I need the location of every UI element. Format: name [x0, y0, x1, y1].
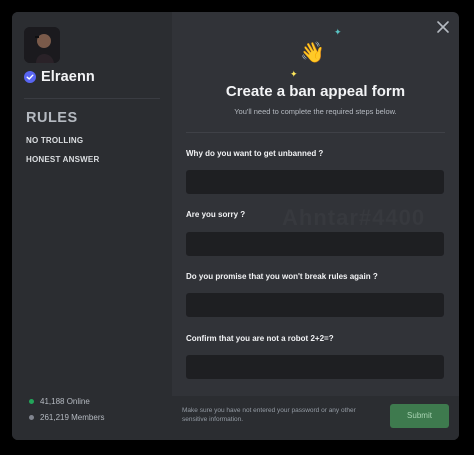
server-sidebar: Elraenn RULES NO TROLLING HONEST ANSWER …	[12, 12, 172, 440]
member-count: 261,219 Members	[29, 413, 104, 422]
close-icon[interactable]	[436, 20, 450, 34]
online-count-label: 41,188 Online	[40, 397, 90, 406]
submit-button[interactable]: Submit	[390, 404, 449, 428]
form-subtitle: You'll need to complete the required ste…	[234, 107, 397, 116]
answer-field-4[interactable]	[186, 355, 444, 379]
ban-appeal-modal: Elraenn RULES NO TROLLING HONEST ANSWER …	[12, 12, 459, 440]
waving-hand-icon: 👋	[300, 42, 325, 64]
rule-item: HONEST ANSWER	[26, 155, 100, 164]
question-label: Do you promise that you won't break rule…	[186, 272, 378, 281]
question-label: Why do you want to get unbanned ?	[186, 149, 324, 158]
server-avatar	[24, 27, 60, 63]
answer-field-2[interactable]	[186, 232, 444, 256]
online-dot-icon	[29, 399, 34, 404]
question-label: Confirm that you are not a robot 2+2=?	[186, 334, 334, 343]
form-divider	[186, 132, 445, 133]
form-hero: ✦ ✦ 👋 Create a ban appeal form You'll ne…	[172, 12, 459, 132]
answer-field-1[interactable]	[186, 170, 444, 194]
rules-heading: RULES	[26, 110, 78, 126]
rule-item: NO TROLLING	[26, 136, 84, 145]
verified-badge-icon	[24, 71, 36, 83]
sparkle-icon: ✦	[334, 27, 342, 37]
server-name: Elraenn	[41, 69, 95, 85]
form-footer: Make sure you have not entered your pass…	[172, 396, 459, 440]
security-notice: Make sure you have not entered your pass…	[182, 407, 356, 423]
sparkle-icon: ✦	[290, 69, 298, 79]
question-label: Are you sorry ?	[186, 210, 246, 219]
online-count: 41,188 Online	[29, 397, 90, 406]
answer-field-3[interactable]	[186, 293, 444, 317]
form-title: Create a ban appeal form	[225, 83, 406, 100]
sidebar-divider	[24, 98, 160, 99]
members-dot-icon	[29, 415, 34, 420]
server-header: Elraenn	[24, 69, 95, 85]
member-count-label: 261,219 Members	[40, 413, 105, 422]
watermark-text: Ahntar#4400	[282, 205, 426, 230]
